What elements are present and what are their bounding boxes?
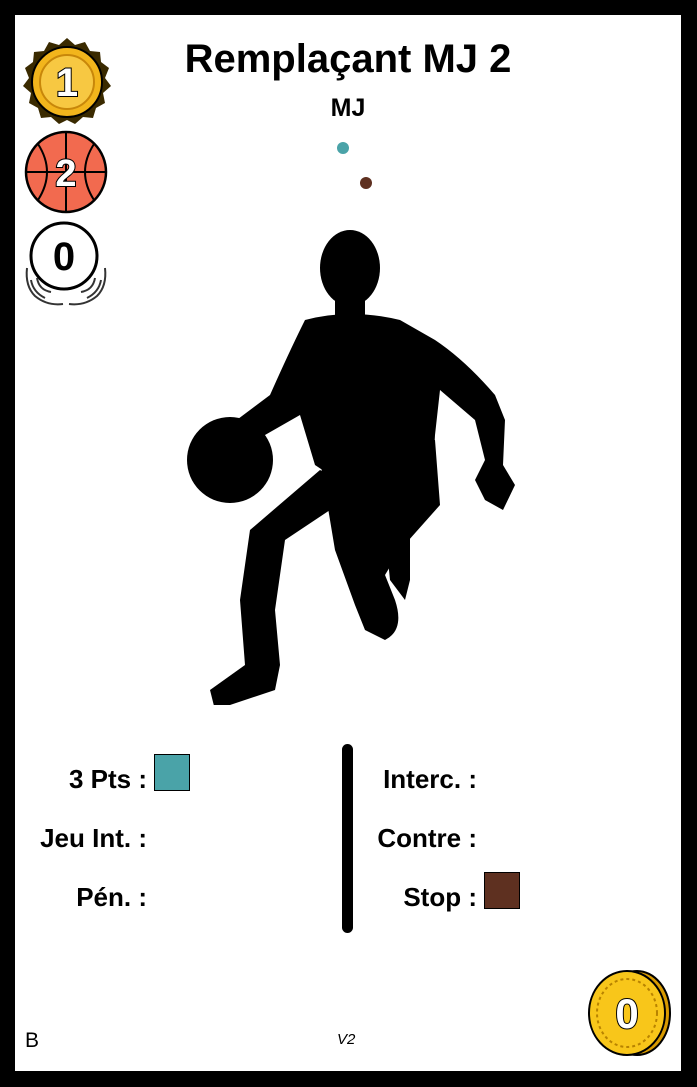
gold-medal-icon: 1 xyxy=(23,38,111,126)
gold-coin-icon: 0 xyxy=(585,966,675,1058)
version-label: V2 xyxy=(337,1031,356,1048)
stat-label-jeu-int: Jeu Int. : xyxy=(40,823,147,853)
basketball-icon: 2 xyxy=(24,130,108,214)
stat-label-3pts: 3 Pts : xyxy=(68,764,147,794)
coin-value: 0 xyxy=(615,990,638,1037)
gold-medal-value: 1 xyxy=(56,61,78,105)
open-hands-icon: 0 xyxy=(23,220,109,316)
stat-swatch-stop xyxy=(484,872,520,909)
card-title: Remplaçant MJ 2 xyxy=(184,37,512,81)
basketball-value: 2 xyxy=(55,153,76,195)
footer-letter: B xyxy=(25,1029,40,1052)
stat-label-interc: Interc. : xyxy=(383,764,477,794)
hands-value: 0 xyxy=(53,235,75,279)
card-subtitle: MJ xyxy=(330,94,366,122)
color-dot-brown xyxy=(360,177,372,189)
stat-label-pen: Pén. : xyxy=(76,882,147,912)
stat-label-stop: Stop : xyxy=(403,882,477,912)
basketball-player-silhouette xyxy=(187,230,515,705)
player-card: Remplaçant MJ 2 MJ 1 2 0 3 Pts: Jeu Int… xyxy=(15,15,681,1071)
stat-swatch-3pts xyxy=(154,754,190,791)
stats-divider xyxy=(342,744,353,933)
stat-label-contre: Contre : xyxy=(377,823,477,853)
color-dot-teal xyxy=(337,142,349,154)
